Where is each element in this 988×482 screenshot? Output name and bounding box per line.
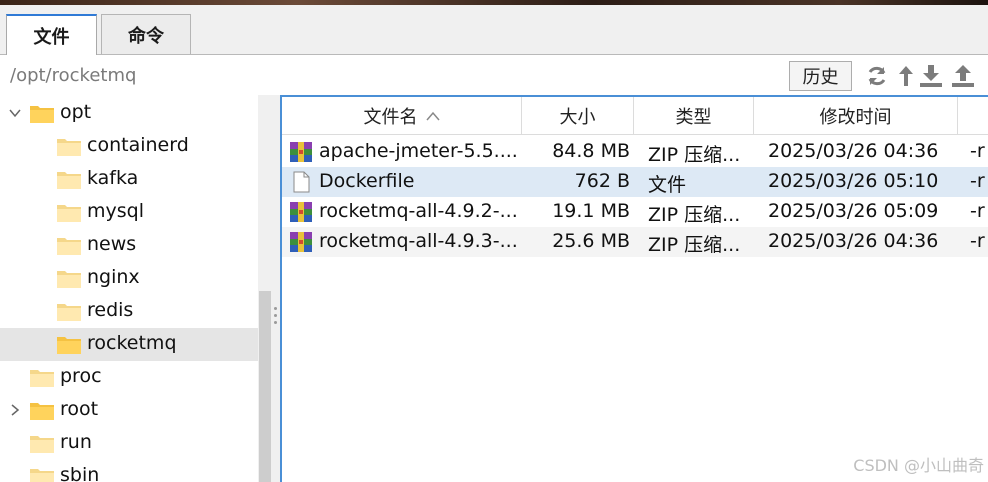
file-type: ZIP 压缩... bbox=[648, 234, 741, 256]
watermark: CSDN @小山曲奇 bbox=[853, 456, 984, 475]
sort-ascending-icon bbox=[425, 111, 440, 120]
zip-archive-icon bbox=[290, 202, 312, 222]
tree-item-root[interactable]: root bbox=[0, 394, 258, 427]
file-list: 文件名 大小 类型 修改时间 apache-jmeter-5.5.... 84.… bbox=[280, 95, 988, 482]
column-header-extra[interactable] bbox=[958, 97, 988, 134]
upload-icon[interactable] bbox=[951, 63, 975, 89]
tree-item-sbin[interactable]: sbin bbox=[0, 460, 258, 482]
folder-open-icon bbox=[57, 337, 81, 354]
tree-item-containerd[interactable]: containerd bbox=[0, 130, 258, 163]
folder-icon bbox=[57, 304, 81, 321]
up-arrow-icon[interactable] bbox=[894, 63, 918, 89]
table-row[interactable]: Dockerfile 762 B 文件 2025/03/26 05:10 -r bbox=[282, 167, 988, 197]
folder-icon bbox=[57, 139, 81, 156]
file-permissions: -r bbox=[970, 170, 985, 192]
tree-item-run[interactable]: run bbox=[0, 427, 258, 460]
tab-files-label: 文件 bbox=[33, 26, 70, 48]
tree-item-mysql[interactable]: mysql bbox=[0, 196, 258, 229]
tree-item-nginx[interactable]: nginx bbox=[0, 262, 258, 295]
zip-archive-icon bbox=[290, 142, 312, 162]
refresh-icon[interactable] bbox=[865, 63, 889, 89]
tab-commands-label: 命令 bbox=[128, 25, 164, 47]
tab-commands[interactable]: 命令 bbox=[101, 14, 191, 54]
tree-item-news[interactable]: news bbox=[0, 229, 258, 262]
file-modified: 2025/03/26 04:36 bbox=[768, 140, 939, 162]
tree-item-label: proc bbox=[60, 365, 102, 387]
tree-item-label: root bbox=[60, 398, 99, 420]
tree-item-label: kafka bbox=[87, 167, 139, 189]
file-type: ZIP 压缩... bbox=[648, 144, 741, 166]
tree-item-label: run bbox=[60, 431, 92, 453]
folder-icon bbox=[30, 370, 54, 387]
tree-item-rocketmq[interactable]: rocketmq bbox=[0, 328, 258, 361]
file-name: rocketmq-all-4.9.2-... bbox=[319, 200, 518, 222]
folder-icon bbox=[30, 403, 54, 420]
file-permissions: -r bbox=[970, 200, 985, 222]
tree-item-label: nginx bbox=[87, 266, 140, 288]
file-size: 25.6 MB bbox=[552, 230, 630, 252]
file-size: 84.8 MB bbox=[552, 140, 630, 162]
column-header-size[interactable]: 大小 bbox=[522, 97, 634, 134]
column-header-name[interactable]: 文件名 bbox=[282, 97, 522, 134]
tree-item-kafka[interactable]: kafka bbox=[0, 163, 258, 196]
tree-item-label: containerd bbox=[87, 134, 189, 156]
file-type: 文件 bbox=[648, 174, 687, 196]
tree-item-opt[interactable]: opt bbox=[0, 97, 258, 130]
zip-archive-icon bbox=[290, 232, 312, 252]
pane-splitter[interactable] bbox=[272, 95, 280, 482]
tree-item-label: redis bbox=[87, 299, 134, 321]
file-modified: 2025/03/26 05:09 bbox=[768, 200, 939, 222]
folder-tree: opt containerd kafka mysql news nginx re… bbox=[0, 95, 258, 482]
tab-files[interactable]: 文件 bbox=[6, 14, 97, 55]
file-icon bbox=[293, 171, 310, 193]
tree-scrollbar-thumb[interactable] bbox=[259, 291, 271, 482]
folder-icon bbox=[30, 106, 54, 123]
tree-item-label: opt bbox=[60, 101, 92, 123]
table-row[interactable]: rocketmq-all-4.9.2-... 19.1 MB ZIP 压缩...… bbox=[282, 197, 988, 227]
folder-icon bbox=[57, 238, 81, 255]
folder-icon bbox=[57, 271, 81, 288]
tree-item-redis[interactable]: redis bbox=[0, 295, 258, 328]
tree-item-label: sbin bbox=[60, 464, 100, 482]
file-modified: 2025/03/26 04:36 bbox=[768, 230, 939, 252]
tree-item-label: rocketmq bbox=[87, 332, 177, 354]
tab-bar: 文件 命令 bbox=[0, 5, 988, 55]
column-name-label: 文件名 bbox=[363, 106, 418, 128]
file-permissions: -r bbox=[970, 230, 985, 252]
chevron-right-icon[interactable] bbox=[8, 403, 22, 417]
file-list-header: 文件名 大小 类型 修改时间 bbox=[282, 97, 988, 135]
download-icon[interactable] bbox=[919, 63, 943, 89]
file-name: apache-jmeter-5.5.... bbox=[319, 140, 518, 162]
file-name: rocketmq-all-4.9.3-... bbox=[319, 230, 518, 252]
file-size: 762 B bbox=[574, 170, 630, 192]
tree-scrollbar[interactable] bbox=[258, 95, 272, 482]
folder-icon bbox=[30, 469, 54, 482]
column-header-modified[interactable]: 修改时间 bbox=[754, 97, 958, 134]
file-name: Dockerfile bbox=[319, 170, 415, 192]
table-row[interactable]: rocketmq-all-4.9.3-... 25.6 MB ZIP 压缩...… bbox=[282, 227, 988, 257]
history-button[interactable]: 历史 bbox=[789, 61, 852, 91]
column-type-label: 类型 bbox=[675, 106, 712, 128]
folder-icon bbox=[30, 436, 54, 453]
tree-item-label: mysql bbox=[87, 200, 144, 222]
column-header-type[interactable]: 类型 bbox=[634, 97, 754, 134]
path-bar: 历史 bbox=[0, 55, 988, 95]
file-modified: 2025/03/26 05:10 bbox=[768, 170, 939, 192]
tree-item-label: news bbox=[87, 233, 137, 255]
file-type: ZIP 压缩... bbox=[648, 204, 741, 226]
folder-icon bbox=[57, 205, 81, 222]
file-permissions: -r bbox=[970, 140, 985, 162]
table-row[interactable]: apache-jmeter-5.5.... 84.8 MB ZIP 压缩... … bbox=[282, 137, 988, 167]
folder-icon bbox=[57, 172, 81, 189]
column-size-label: 大小 bbox=[559, 106, 596, 128]
file-size: 19.1 MB bbox=[552, 200, 630, 222]
tree-item-proc[interactable]: proc bbox=[0, 361, 258, 394]
chevron-down-icon[interactable] bbox=[8, 106, 22, 120]
column-modified-label: 修改时间 bbox=[819, 106, 892, 128]
path-input[interactable] bbox=[0, 61, 780, 89]
